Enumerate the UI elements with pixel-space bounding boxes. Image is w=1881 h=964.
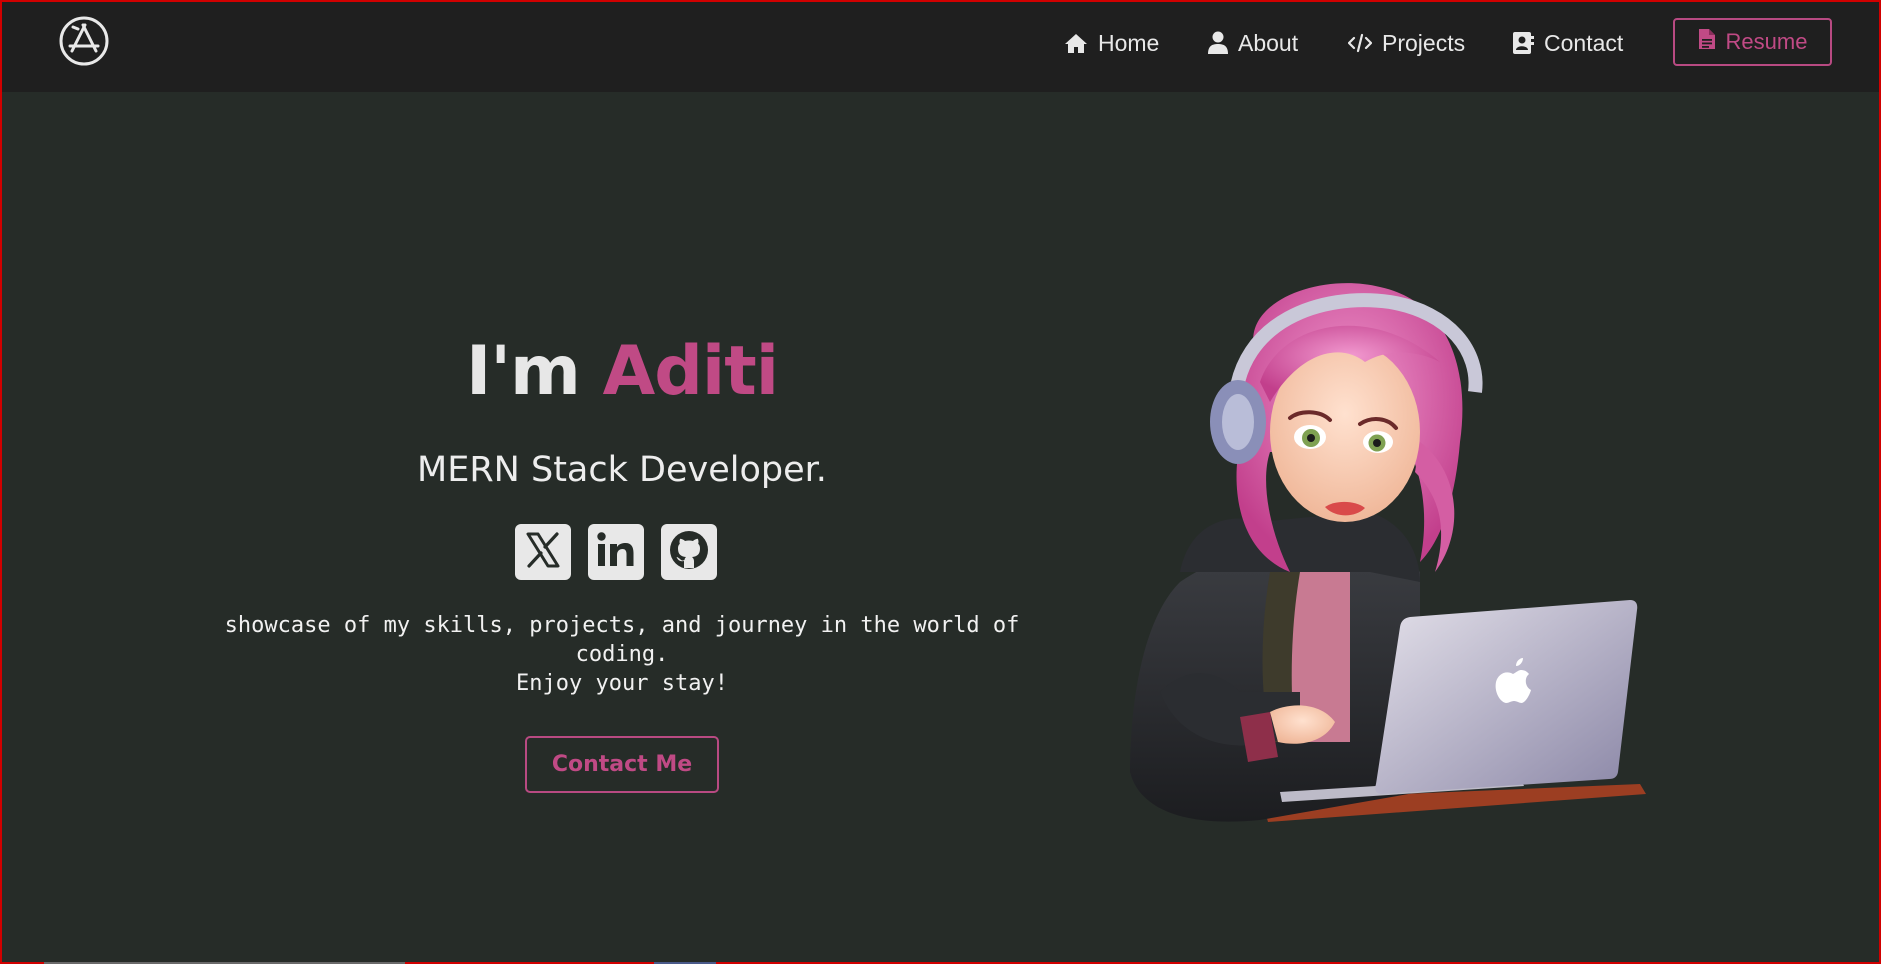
x-icon	[523, 530, 563, 574]
github-link[interactable]	[661, 524, 717, 580]
file-icon	[1698, 28, 1716, 56]
nav-about-label: About	[1238, 29, 1299, 56]
contact-me-label: Contact Me	[551, 752, 693, 777]
nav-contact-label: Contact	[1544, 29, 1624, 56]
nav-home[interactable]: Home	[1064, 26, 1159, 60]
nav-projects[interactable]: Projects	[1348, 26, 1465, 60]
tagline-line-2: coding.	[575, 642, 669, 667]
contact-card-icon	[1512, 31, 1534, 55]
nav-about[interactable]: About	[1208, 26, 1298, 60]
linkedin-link[interactable]	[588, 524, 644, 580]
tagline-line-1: showcase of my skills, projects, and jou…	[224, 613, 1020, 638]
hero-greeting: I'm	[465, 332, 581, 411]
developer-avatar-illustration	[1120, 272, 1650, 832]
github-icon	[667, 528, 711, 576]
x-link[interactable]	[515, 524, 571, 580]
hero-title: I'm Aditi	[202, 332, 1042, 411]
app-store-icon[interactable]	[58, 15, 110, 67]
tagline-line-3: Enjoy your stay!	[516, 671, 728, 696]
social-links	[515, 524, 717, 580]
navbar: Home About Projects Contact Resume	[2, 2, 1879, 92]
contact-me-button[interactable]: Contact Me	[525, 736, 719, 793]
code-icon	[1348, 33, 1372, 53]
user-icon	[1208, 31, 1228, 55]
nav-home-label: Home	[1098, 29, 1160, 56]
hero-name: Aditi	[602, 332, 779, 411]
hero-role: MERN Stack Developer.	[417, 450, 827, 490]
resume-button[interactable]: Resume	[1673, 18, 1832, 66]
nav-projects-label: Projects	[1382, 29, 1466, 56]
nav-contact[interactable]: Contact	[1512, 26, 1623, 60]
home-icon	[1064, 32, 1088, 54]
hero-tagline: showcase of my skills, projects, and jou…	[192, 611, 1052, 698]
linkedin-icon	[594, 528, 638, 576]
resume-label: Resume	[1725, 29, 1808, 54]
